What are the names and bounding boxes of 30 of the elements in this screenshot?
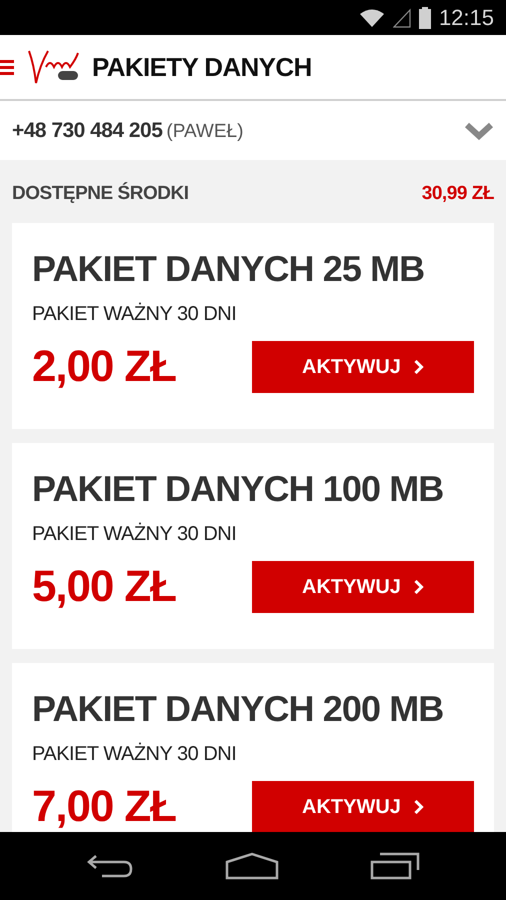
chevron-right-icon <box>412 800 424 814</box>
signal-icon <box>392 8 411 28</box>
package-validity: PAKIET WAŻNY 30 DNI <box>32 302 238 326</box>
package-title: PAKIET DANYCH 200 MB <box>32 686 444 730</box>
home-icon[interactable] <box>224 852 279 880</box>
package-title: PAKIET DANYCH 100 MB <box>32 466 444 510</box>
recent-apps-icon[interactable] <box>370 852 420 880</box>
battery-icon <box>418 6 431 28</box>
chevron-right-icon <box>412 580 424 594</box>
account-name: (PAWEŁ) <box>166 120 244 144</box>
package-price: 7,00 ZŁ <box>32 784 176 828</box>
chevron-right-icon <box>412 360 424 374</box>
package-validity: PAKIET WAŻNY 30 DNI <box>32 742 238 766</box>
menu-icon[interactable] <box>0 57 14 77</box>
package-price: 5,00 ZŁ <box>32 564 176 608</box>
package-price: 2,00 ZŁ <box>32 344 176 388</box>
activate-button[interactable]: AKTYWUJ <box>252 340 474 392</box>
balance-amount: 30,99 ZŁ <box>422 182 494 206</box>
account-selector[interactable]: +48 730 484 205 (PAWEŁ) <box>0 101 506 160</box>
wifi-icon <box>358 8 385 28</box>
activate-button[interactable]: AKTYWUJ <box>252 780 474 832</box>
balance-label: DOSTĘPNE ŚRODKI <box>12 181 189 206</box>
activate-button[interactable]: AKTYWUJ <box>252 560 474 612</box>
back-icon[interactable] <box>86 852 134 880</box>
package-validity: PAKIET WAŻNY 30 DNI <box>32 522 238 546</box>
package-title: PAKIET DANYCH 25 MB <box>32 246 426 290</box>
chevron-down-icon <box>464 120 494 140</box>
page-title: PAKIETY DANYCH <box>92 50 312 84</box>
phone-number: +48 730 484 205 <box>12 118 162 144</box>
clock-time: 12:15 <box>438 6 494 28</box>
